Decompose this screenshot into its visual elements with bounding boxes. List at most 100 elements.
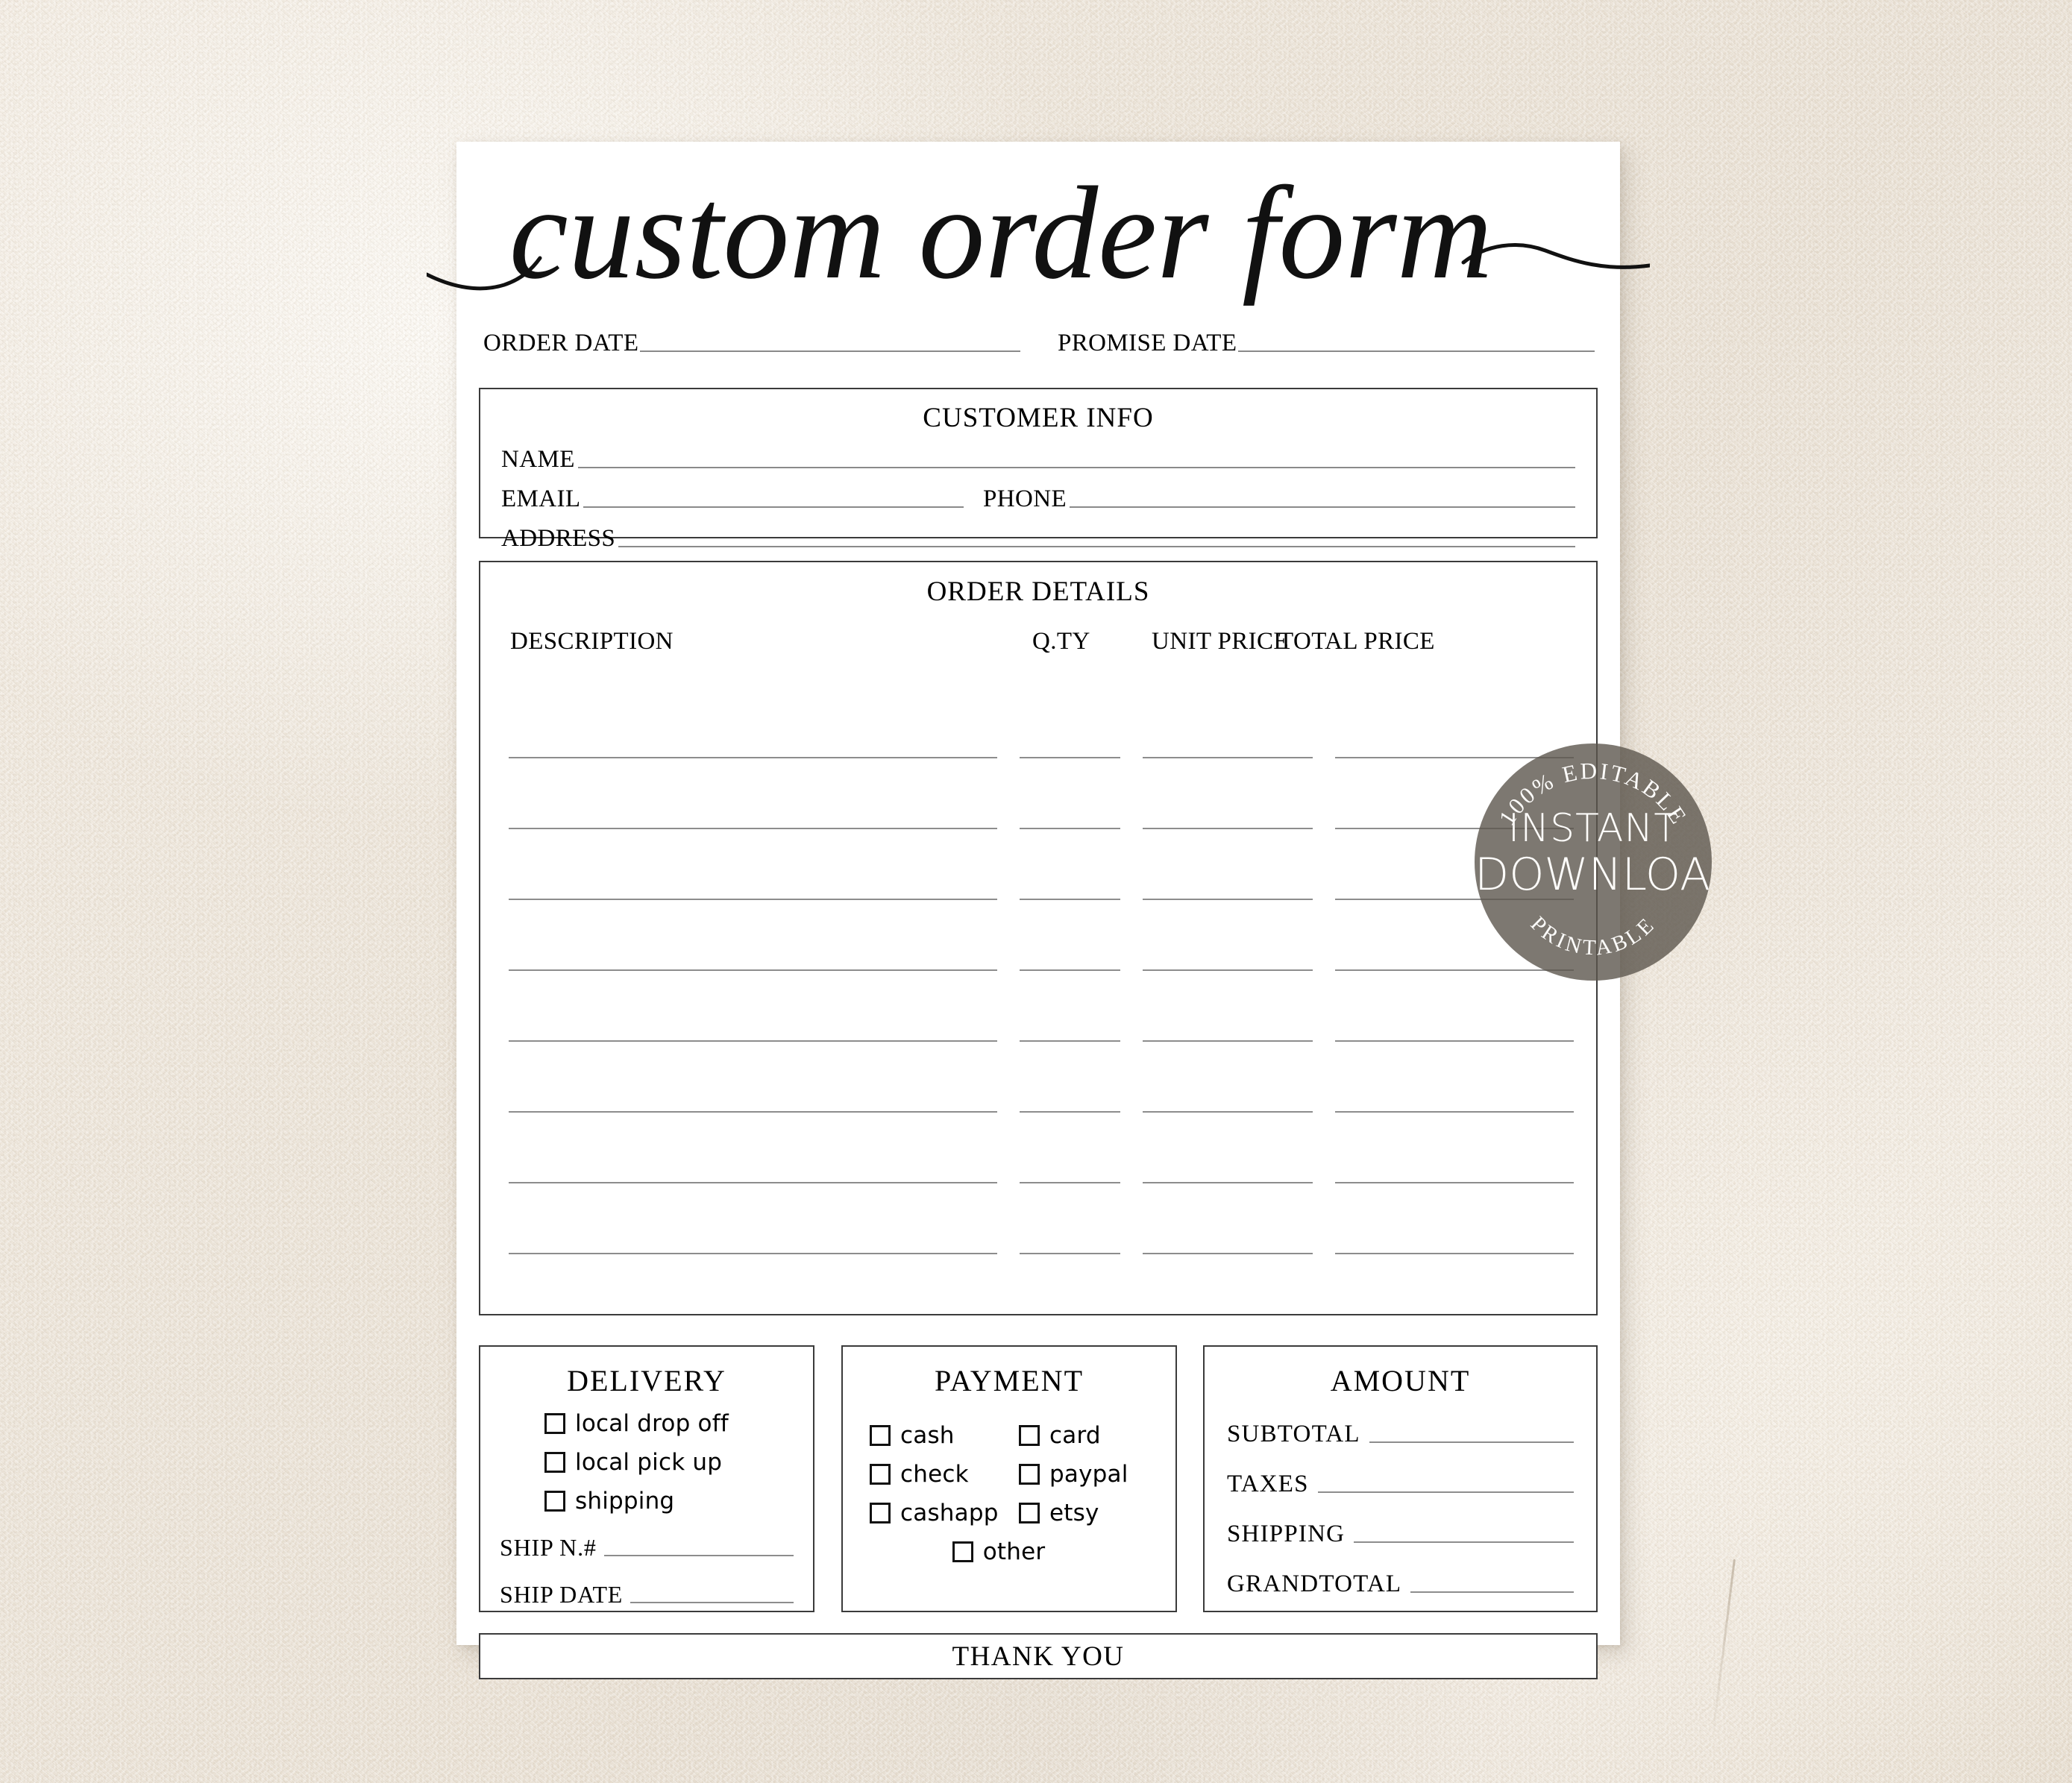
- order-details-rows: [480, 688, 1596, 1254]
- checkbox-icon[interactable]: [544, 1413, 565, 1434]
- amount-row-subtotal[interactable]: SUBTOTAL: [1227, 1421, 1574, 1448]
- name-input[interactable]: [577, 466, 1575, 468]
- checkbox-icon[interactable]: [1019, 1464, 1040, 1485]
- promise-date-field[interactable]: PROMISE DATE: [1058, 330, 1595, 357]
- table-row: [480, 758, 1596, 829]
- amount-input[interactable]: [1369, 1441, 1574, 1443]
- order-date-field[interactable]: ORDER DATE: [483, 330, 1020, 357]
- table-row: [480, 829, 1596, 900]
- checkbox-icon[interactable]: [870, 1464, 891, 1485]
- checkbox-label: local drop off: [575, 1410, 729, 1437]
- ship-date-label: SHIP DATE: [500, 1581, 624, 1608]
- ship-number-input[interactable]: [603, 1554, 794, 1556]
- date-row: ORDER DATE PROMISE DATE: [483, 330, 1595, 357]
- column-header-unit-price: UNIT PRICE: [1152, 628, 1289, 655]
- order-row-description-input[interactable]: [509, 1252, 997, 1254]
- ship-date-field[interactable]: SHIP DATE: [500, 1581, 794, 1609]
- amount-input[interactable]: [1354, 1541, 1574, 1543]
- delivery-option-local-pick-up[interactable]: local pick up: [544, 1449, 813, 1476]
- checkbox-label: paypal: [1049, 1461, 1128, 1488]
- table-row: [480, 900, 1596, 971]
- amount-label: TAXES: [1227, 1471, 1309, 1497]
- table-row: [480, 1113, 1596, 1183]
- order-details-section: ORDER DETAILS DESCRIPTION Q.TY UNIT PRIC…: [479, 561, 1598, 1315]
- delivery-title: DELIVERY: [567, 1364, 726, 1397]
- payment-option-cashapp[interactable]: cashapp: [870, 1500, 1019, 1526]
- checkbox-label: check: [900, 1461, 969, 1488]
- amount-title: AMOUNT: [1330, 1364, 1471, 1397]
- checkbox-label: etsy: [1049, 1500, 1099, 1526]
- payment-option-paypal[interactable]: paypal: [1019, 1461, 1168, 1488]
- checkbox-label: other: [982, 1538, 1046, 1565]
- svg-text:100% EDITABLE: 100% EDITABLE: [1493, 758, 1692, 830]
- amount-section: AMOUNT SUBTOTAL TAXES SHIPPING GRANDTOTAL: [1203, 1345, 1598, 1612]
- column-header-total-price: TOTAL PRICE: [1278, 628, 1435, 655]
- promise-date-input[interactable]: [1238, 350, 1595, 352]
- ship-number-field[interactable]: SHIP N.#: [500, 1534, 794, 1562]
- payment-options-grid: cash card check paypal cashapp etsy: [870, 1410, 1175, 1526]
- amount-label: SHIPPING: [1227, 1521, 1346, 1547]
- delivery-option-local-drop-off[interactable]: local drop off: [544, 1410, 813, 1437]
- promise-date-label: PROMISE DATE: [1058, 330, 1237, 356]
- amount-lines: SUBTOTAL TAXES SHIPPING GRANDTOTAL: [1205, 1421, 1596, 1598]
- checkbox-icon[interactable]: [544, 1452, 565, 1473]
- checkbox-icon[interactable]: [1019, 1503, 1040, 1523]
- order-row-qty-input[interactable]: [1020, 1252, 1120, 1254]
- checkbox-icon[interactable]: [952, 1541, 973, 1562]
- delivery-option-shipping[interactable]: shipping: [544, 1488, 813, 1515]
- amount-row-grandtotal[interactable]: GRANDTOTAL: [1227, 1570, 1574, 1598]
- email-field[interactable]: EMAIL: [501, 485, 964, 513]
- checkbox-label: shipping: [575, 1488, 675, 1515]
- customer-info-section: CUSTOMER INFO NAME EMAIL PHONE ADDRESS: [479, 388, 1598, 552]
- address-row[interactable]: ADDRESS: [501, 525, 1575, 553]
- email-input[interactable]: [583, 506, 964, 508]
- amount-input[interactable]: [1410, 1591, 1574, 1593]
- customer-info-title: CUSTOMER INFO: [923, 403, 1154, 433]
- table-row: [480, 1183, 1596, 1254]
- order-details-title: ORDER DETAILS: [926, 576, 1150, 607]
- table-row: [480, 1042, 1596, 1113]
- checkbox-icon[interactable]: [1019, 1425, 1040, 1446]
- address-input[interactable]: [618, 545, 1575, 547]
- payment-option-etsy[interactable]: etsy: [1019, 1500, 1168, 1526]
- amount-label: GRANDTOTAL: [1227, 1570, 1402, 1597]
- ship-date-input[interactable]: [630, 1601, 794, 1603]
- name-row[interactable]: NAME: [501, 446, 1575, 474]
- payment-title: PAYMENT: [935, 1364, 1084, 1397]
- checkbox-label: card: [1049, 1422, 1101, 1449]
- payment-section: PAYMENT cash card check paypal cashapp etsy o…: [841, 1345, 1177, 1612]
- payment-option-check[interactable]: check: [870, 1461, 1019, 1488]
- page-title: custom order form: [427, 146, 1650, 333]
- order-form-sheet: custom order form ORDER DATE PROMISE DAT…: [427, 142, 1650, 1679]
- ship-number-label: SHIP N.#: [500, 1534, 597, 1561]
- email-phone-row: EMAIL PHONE: [501, 485, 1575, 513]
- svg-text:PRINTABLE: PRINTABLE: [1526, 912, 1660, 960]
- amount-label: SUBTOTAL: [1227, 1421, 1360, 1447]
- checkbox-icon[interactable]: [544, 1491, 565, 1512]
- order-date-label: ORDER DATE: [483, 330, 639, 356]
- amount-row-shipping[interactable]: SHIPPING: [1227, 1521, 1574, 1548]
- checkbox-label: local pick up: [575, 1449, 723, 1476]
- column-header-qty: Q.TY: [1032, 628, 1090, 655]
- email-label: EMAIL: [501, 485, 581, 512]
- payment-option-cash[interactable]: cash: [870, 1422, 1019, 1449]
- payment-option-card[interactable]: card: [1019, 1422, 1168, 1449]
- svg-text:custom order form: custom order form: [509, 159, 1493, 306]
- checkbox-icon[interactable]: [870, 1503, 891, 1523]
- phone-input[interactable]: [1070, 506, 1575, 508]
- order-row-total-price-input[interactable]: [1335, 1252, 1574, 1254]
- thank-you-section: THANK YOU: [479, 1633, 1598, 1679]
- checkbox-icon[interactable]: [870, 1425, 891, 1446]
- amount-input[interactable]: [1317, 1491, 1574, 1493]
- order-row-unit-price-input[interactable]: [1143, 1252, 1313, 1254]
- checkbox-label: cashapp: [900, 1500, 999, 1526]
- phone-label: PHONE: [983, 485, 1067, 512]
- payment-option-other[interactable]: other: [952, 1538, 1046, 1565]
- delivery-options: local drop off local pick up shipping: [544, 1410, 813, 1515]
- payment-option-other-wrap: other: [843, 1538, 1175, 1565]
- amount-row-taxes[interactable]: TAXES: [1227, 1471, 1574, 1498]
- phone-field[interactable]: PHONE: [983, 485, 1575, 513]
- address-label: ADDRESS: [501, 525, 616, 552]
- column-header-description: DESCRIPTION: [510, 628, 674, 655]
- order-date-input[interactable]: [640, 350, 1020, 352]
